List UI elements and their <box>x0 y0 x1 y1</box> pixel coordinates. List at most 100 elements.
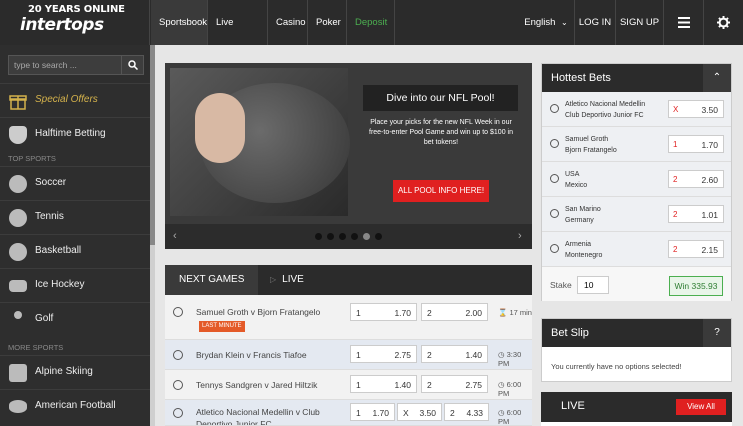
odds-button[interactable]: X 3.50 <box>397 403 442 421</box>
chevron-left-icon[interactable]: ‹ <box>173 230 177 242</box>
carousel-dot[interactable] <box>327 233 334 240</box>
language-select[interactable]: English ⌄ <box>518 0 574 45</box>
sidebar-item-special-offers[interactable]: Special Offers <box>0 83 150 117</box>
tab-live[interactable]: ▷ LIVE <box>258 265 304 295</box>
odds-button[interactable]: 1 1.70 <box>350 403 395 421</box>
hot-bet-odds[interactable]: 2 2.15 <box>668 240 724 258</box>
carousel-dot[interactable] <box>315 233 322 240</box>
live-title: LIVE <box>561 400 585 412</box>
odds-button[interactable]: 2 2.75 <box>421 375 488 393</box>
nav-sportsbook[interactable]: Sportsbook <box>151 0 208 45</box>
event-name[interactable]: Atletico Nacional Medellin v Club Deport… <box>196 406 346 425</box>
menu-button[interactable] <box>663 0 703 45</box>
odds-button[interactable]: 2 4.33 <box>444 403 489 421</box>
logo-wordmark: intertops <box>20 15 104 35</box>
collapse-button[interactable]: ⌃ <box>703 64 731 92</box>
clock-icon: ◷ <box>498 408 505 417</box>
event-row: Samuel Groth v Bjorn FratangeloLAST MINU… <box>165 295 532 340</box>
hot-bet-event: Armenia Montenegro <box>565 241 603 259</box>
hamburger-icon <box>677 16 690 28</box>
odds-button[interactable]: 2 1.40 <box>421 345 488 363</box>
bet-slip-panel: Bet Slip ? You currently have no options… <box>541 318 732 382</box>
language-label: English <box>524 17 556 28</box>
nav-casino[interactable]: Casino <box>268 0 308 45</box>
stopwatch-icon <box>9 126 27 144</box>
help-button[interactable]: ? <box>703 319 731 347</box>
hot-bet-row[interactable]: USA Mexico 2 2.60 <box>542 162 731 197</box>
search-button[interactable] <box>121 56 143 74</box>
hot-bet-odds[interactable]: X 3.50 <box>668 100 724 118</box>
live-header: LIVE View All <box>541 392 732 422</box>
odds-button[interactable]: 2 2.00 <box>421 303 488 321</box>
sidebar-item-soccer[interactable]: Soccer <box>0 166 150 200</box>
hot-bet-odds[interactable]: 2 1.01 <box>668 205 724 223</box>
event-name[interactable]: Tennys Sandgren v Jared Hiltzik <box>196 379 346 391</box>
odds-button[interactable]: 1 1.70 <box>350 303 417 321</box>
sidebar: Special Offers Halftime Betting TOP SPOR… <box>0 45 150 426</box>
odds-button[interactable]: 1 2.75 <box>350 345 417 363</box>
search-icon <box>128 60 138 70</box>
carousel-dot[interactable] <box>351 233 358 240</box>
nav-deposit[interactable]: Deposit <box>347 0 395 45</box>
hot-bet-row[interactable]: Atletico Nacional Medellin Club Deportivo… <box>542 92 731 127</box>
stake-input[interactable] <box>577 276 609 294</box>
nav-poker[interactable]: Poker <box>308 0 347 45</box>
logo-tagline: 20 YEARS ONLINE <box>28 4 125 15</box>
soccer-ball-icon <box>550 244 559 253</box>
sidebar-item-alpine-skiing[interactable]: Alpine Skiing <box>0 355 150 389</box>
event-time: ◷ 6:00 PM <box>498 408 522 426</box>
sidebar-item-ice-hockey[interactable]: Ice Hockey <box>0 268 150 302</box>
hockey-puck-icon <box>9 280 27 292</box>
search-input[interactable] <box>9 56 121 74</box>
search-box <box>8 55 144 75</box>
scrollbar-thumb[interactable] <box>150 45 155 245</box>
basketball-icon <box>9 243 27 261</box>
soccer-ball-icon <box>9 175 27 193</box>
chevron-right-icon[interactable]: › <box>518 230 522 242</box>
hourglass-icon: ⌛ <box>498 308 508 317</box>
sidebar-item-basketball[interactable]: Basketball <box>0 234 150 268</box>
sidebar-item-golf[interactable]: Golf <box>0 302 150 336</box>
clock-icon: ◷ <box>498 380 505 389</box>
settings-button[interactable] <box>703 0 743 45</box>
more-sports-heading: MORE SPORTS <box>8 343 64 352</box>
event-row: Brydan Klein v Francis Tiafoe 1 2.75 2 1.4… <box>165 340 532 370</box>
tennis-ball-icon <box>173 307 183 317</box>
hot-bet-odds[interactable]: 2 2.60 <box>668 170 724 188</box>
sidebar-item-label: Alpine Skiing <box>35 366 93 377</box>
logo[interactable]: 20 YEARS ONLINE intertops <box>0 0 150 45</box>
top-bar: 20 YEARS ONLINE intertops Sportsbook Liv… <box>0 0 743 73</box>
view-all-button[interactable]: View All <box>676 399 726 415</box>
nav-live-betting[interactable]: Live Betting <box>208 0 268 73</box>
sidebar-item-label: Tennis <box>35 211 64 222</box>
hot-bet-event: Atletico Nacional Medellin Club Deportivo… <box>565 101 646 119</box>
stake-label: Stake <box>550 280 572 290</box>
sidebar-scrollbar[interactable] <box>150 45 155 426</box>
hot-bet-row[interactable]: Samuel Groth Bjorn Fratangelo 1 1.70 <box>542 127 731 162</box>
tab-next-games[interactable]: NEXT GAMES <box>165 265 258 295</box>
hot-bet-row[interactable]: San Marino Germany 2 1.01 <box>542 197 731 232</box>
chevron-up-icon: ⌃ <box>712 72 722 83</box>
sidebar-item-label: Halftime Betting <box>35 128 106 139</box>
carousel-dot[interactable] <box>375 233 382 240</box>
signup-button[interactable]: SIGN UP <box>615 0 663 45</box>
sidebar-item-tennis[interactable]: Tennis <box>0 200 150 234</box>
hot-bet-odds[interactable]: 1 1.70 <box>668 135 724 153</box>
gear-icon <box>717 15 730 29</box>
sidebar-item-halftime-betting[interactable]: Halftime Betting <box>0 117 150 151</box>
event-name[interactable]: Brydan Klein v Francis Tiafoe <box>196 349 346 361</box>
banner-cta-button[interactable]: ALL POOL INFO HERE! <box>393 180 489 202</box>
event-name[interactable]: Samuel Groth v Bjorn FratangeloLAST MINU… <box>196 306 346 332</box>
odds-button[interactable]: 1 1.40 <box>350 375 417 393</box>
win-amount: Win 335.93 <box>669 276 723 296</box>
bet-slip-title: Bet Slip <box>551 327 589 339</box>
event-time: ⌛ 17 min <box>498 308 532 317</box>
carousel-dot-active[interactable] <box>363 233 370 240</box>
chevron-down-icon: ⌄ <box>561 18 568 27</box>
login-button[interactable]: LOG IN <box>574 0 615 45</box>
event-row: Tennys Sandgren v Jared Hiltzik 1 1.40 22… <box>165 370 532 400</box>
carousel-dot[interactable] <box>339 233 346 240</box>
sidebar-item-american-football[interactable]: American Football <box>0 389 150 423</box>
hot-bet-row[interactable]: Armenia Montenegro 2 2.15 <box>542 232 731 267</box>
play-icon: ▷ <box>270 275 277 284</box>
